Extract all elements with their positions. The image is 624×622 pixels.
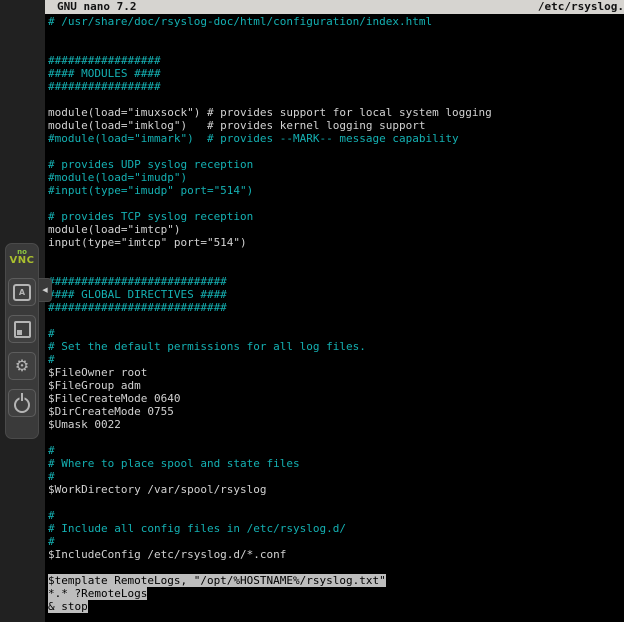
- editor-line: [45, 314, 624, 327]
- editor-line: [45, 197, 624, 210]
- nano-version-label: GNU nano 7.2: [45, 0, 136, 14]
- nano-titlebar: GNU nano 7.2 /etc/rsyslog.: [45, 0, 624, 14]
- editor-line: [45, 496, 624, 509]
- editor-line: $template RemoteLogs, "/opt/%HOSTNAME%/r…: [45, 574, 624, 587]
- editor-line: #################: [45, 54, 624, 67]
- editor-line: [45, 145, 624, 158]
- editor-line: #: [45, 509, 624, 522]
- editor-line: ###########################: [45, 275, 624, 288]
- editor-line: #: [45, 470, 624, 483]
- editor-line: #module(load="imudp"): [45, 171, 624, 184]
- editor-line: #### GLOBAL DIRECTIVES ####: [45, 288, 624, 301]
- editor-line: $FileCreateMode 0640: [45, 392, 624, 405]
- editor-line: [45, 561, 624, 574]
- power-button[interactable]: [8, 389, 36, 417]
- editor-line: # provides TCP syslog reception: [45, 210, 624, 223]
- editor-line: *.* ?RemoteLogs: [45, 587, 624, 600]
- editor-line: #################: [45, 80, 624, 93]
- novnc-sidebar: no VNC A ⚙ ◀: [0, 0, 45, 622]
- settings-button[interactable]: ⚙: [8, 352, 36, 380]
- editor-line: # Set the default permissions for all lo…: [45, 340, 624, 353]
- fullscreen-icon: [14, 321, 31, 338]
- novnc-logo-vnc: VNC: [10, 256, 35, 266]
- clipboard-icon: A: [13, 284, 31, 301]
- editor-line: ###########################: [45, 301, 624, 314]
- editor-line: # Include all config files in /etc/rsysl…: [45, 522, 624, 535]
- novnc-logo: no VNC: [10, 249, 35, 266]
- editor-line: module(load="imuxsock") # provides suppo…: [45, 106, 624, 119]
- nano-filename-label: /etc/rsyslog.: [530, 0, 624, 14]
- editor-line: #: [45, 535, 624, 548]
- editor-line: #: [45, 327, 624, 340]
- editor-lines[interactable]: # /usr/share/doc/rsyslog-doc/html/config…: [45, 14, 624, 622]
- editor-line: $FileOwner root: [45, 366, 624, 379]
- editor-line: #: [45, 353, 624, 366]
- editor-line: $IncludeConfig /etc/rsyslog.d/*.conf: [45, 548, 624, 561]
- editor-line: $WorkDirectory /var/spool/rsyslog: [45, 483, 624, 496]
- chevron-left-icon: ◀: [42, 286, 47, 294]
- editor-line: $Umask 0022: [45, 418, 624, 431]
- editor-line: #### MODULES ####: [45, 67, 624, 80]
- editor-line: module(load="imklog") # provides kernel …: [45, 119, 624, 132]
- editor-line: $FileGroup adm: [45, 379, 624, 392]
- novnc-control-panel: no VNC A ⚙: [5, 243, 39, 439]
- editor-line: input(type="imtcp" port="514"): [45, 236, 624, 249]
- editor-line: $DirCreateMode 0755: [45, 405, 624, 418]
- editor-line: #input(type="imudp" port="514"): [45, 184, 624, 197]
- panel-collapse-handle[interactable]: ◀: [39, 278, 52, 302]
- terminal-window[interactable]: GNU nano 7.2 /etc/rsyslog. # /usr/share/…: [45, 0, 624, 622]
- screen-root: no VNC A ⚙ ◀ GNU nano 7.2 /etc/rsyslog.: [0, 0, 624, 622]
- editor-line: [45, 431, 624, 444]
- editor-line: [45, 249, 624, 262]
- editor-line: #: [45, 444, 624, 457]
- power-icon: [14, 397, 30, 413]
- editor-line: #module(load="immark") # provides --MARK…: [45, 132, 624, 145]
- editor-line: [45, 262, 624, 275]
- editor-line: # Where to place spool and state files: [45, 457, 624, 470]
- editor-line: # /usr/share/doc/rsyslog-doc/html/config…: [45, 15, 624, 28]
- fullscreen-button[interactable]: [8, 315, 36, 343]
- editor-line: & stop: [45, 600, 624, 613]
- editor-line: [45, 28, 624, 41]
- editor-line: module(load="imtcp"): [45, 223, 624, 236]
- editor-line: [45, 41, 624, 54]
- editor-line: # provides UDP syslog reception: [45, 158, 624, 171]
- editor-line: [45, 93, 624, 106]
- clipboard-button[interactable]: A: [8, 278, 36, 306]
- gear-icon: ⚙: [15, 358, 29, 374]
